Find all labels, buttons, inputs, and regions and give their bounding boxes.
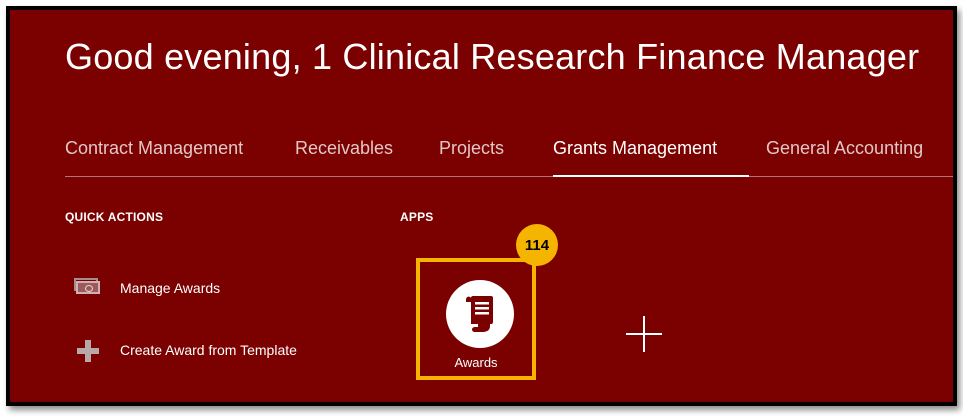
tab-projects[interactable]: Projects (439, 138, 504, 176)
tab-contract-management[interactable]: Contract Management (65, 138, 243, 176)
add-app-plus-icon[interactable] (626, 316, 662, 352)
plus-icon (74, 339, 104, 362)
quick-action-create-award-from-template[interactable]: Create Award from Template (74, 338, 297, 362)
springboard-panel: Good evening, 1 Clinical Research Financ… (6, 6, 957, 406)
callout-badge: 114 (516, 224, 558, 266)
apps-heading: APPS (400, 210, 434, 224)
app-label-awards: Awards (454, 355, 498, 370)
tab-receivables[interactable]: Receivables (295, 138, 393, 176)
app-icon-circle (446, 280, 514, 348)
greeting-title: Good evening, 1 Clinical Research Financ… (65, 36, 920, 77)
tab-general-accounting[interactable]: General Accounting (766, 138, 923, 176)
money-icon (74, 277, 104, 299)
tab-bar: Contract Management Receivables Projects… (65, 138, 953, 177)
quick-action-label: Create Award from Template (120, 342, 297, 358)
scroll-icon (466, 296, 493, 332)
tab-grants-management[interactable]: Grants Management (553, 138, 750, 177)
quick-actions-heading: QUICK ACTIONS (65, 210, 164, 224)
app-tile-awards[interactable]: Awards (416, 258, 536, 380)
quick-action-label: Manage Awards (120, 280, 221, 296)
quick-action-manage-awards[interactable]: Manage Awards (74, 276, 220, 300)
